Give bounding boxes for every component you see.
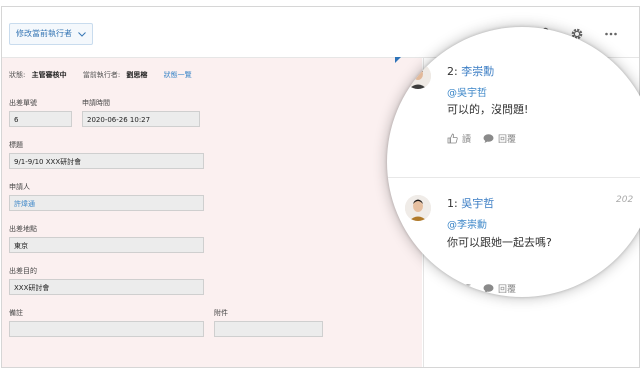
- comment-text: 你可以跟她一起去嗎?: [447, 236, 552, 249]
- remark-label: 備註: [9, 309, 23, 317]
- attachment-field[interactable]: [214, 321, 323, 337]
- status-history-link[interactable]: 狀態一覽: [164, 70, 192, 80]
- status-label: 狀態:: [9, 71, 26, 79]
- comment-text: 可以的，沒問題!: [447, 103, 529, 116]
- comment-mention[interactable]: @吳宇哲: [447, 84, 487, 99]
- chevron-down-icon: [78, 31, 86, 37]
- form-area: 狀態: 主管審核中 當前執行者: 劉思榕 狀態一覽 出差單號 6 申請時間 20…: [2, 58, 422, 367]
- reply-bubble-icon[interactable]: [483, 283, 494, 294]
- reply-label[interactable]: 回覆: [498, 282, 516, 295]
- title-label: 標題: [9, 141, 23, 149]
- purpose-label: 出差目的: [9, 267, 37, 275]
- status-row: 狀態: 主管審核中 當前執行者: 劉思榕 狀態一覽: [9, 70, 196, 80]
- avatar: [405, 63, 431, 89]
- comment-number: 2:: [447, 65, 458, 78]
- comment-divider: [387, 177, 640, 178]
- read-label[interactable]: 讀: [462, 132, 471, 145]
- read-label[interactable]: 讀: [462, 282, 471, 295]
- applicant-field[interactable]: 許煒通: [9, 195, 204, 211]
- comment-actions: 讀 回覆: [447, 282, 516, 295]
- remark-field[interactable]: [9, 321, 204, 337]
- comments-magnifier: 2: 李崇勳 @吳宇哲 可以的，沒問題! 讀 回覆 1: 吳宇哲 202 @李崇…: [387, 27, 640, 297]
- purpose-field[interactable]: XXX研討會: [9, 279, 204, 295]
- apply-time-label: 申請時間: [82, 99, 110, 107]
- apply-time-field[interactable]: 2020-06-26 10:27: [82, 111, 200, 127]
- comment-header: 2: 李崇勳: [447, 63, 494, 79]
- modify-executor-button[interactable]: 修改當前執行者: [9, 23, 93, 45]
- comment-number: 1:: [447, 197, 458, 210]
- location-label: 出差地點: [9, 225, 37, 233]
- comment-date: 202: [616, 195, 634, 205]
- reply-label[interactable]: 回覆: [498, 132, 516, 145]
- applicant-label: 申請人: [9, 183, 30, 191]
- attachment-label: 附件: [214, 309, 228, 317]
- comment-author[interactable]: 李崇勳: [461, 65, 494, 78]
- title-field[interactable]: 9/1-9/10 XXX研討會: [9, 153, 204, 169]
- comment-author[interactable]: 吳宇哲: [461, 197, 494, 210]
- modify-executor-label: 修改當前執行者: [16, 29, 72, 38]
- location-field[interactable]: 東京: [9, 237, 204, 253]
- thumbs-up-icon[interactable]: [447, 283, 458, 294]
- trip-no-label: 出差單號: [9, 99, 37, 107]
- comment-mention[interactable]: @李崇勳: [447, 216, 487, 231]
- status-value: 主管審核中: [31, 71, 67, 79]
- thumbs-up-icon[interactable]: [447, 133, 458, 144]
- comment-header: 1: 吳宇哲: [447, 195, 494, 211]
- executor-value: 劉思榕: [126, 71, 148, 79]
- comment-actions: 讀 回覆: [447, 132, 516, 145]
- avatar: [405, 195, 431, 221]
- trip-no-field[interactable]: 6: [9, 111, 72, 127]
- executor-label: 當前執行者:: [82, 71, 121, 79]
- reply-bubble-icon[interactable]: [483, 133, 494, 144]
